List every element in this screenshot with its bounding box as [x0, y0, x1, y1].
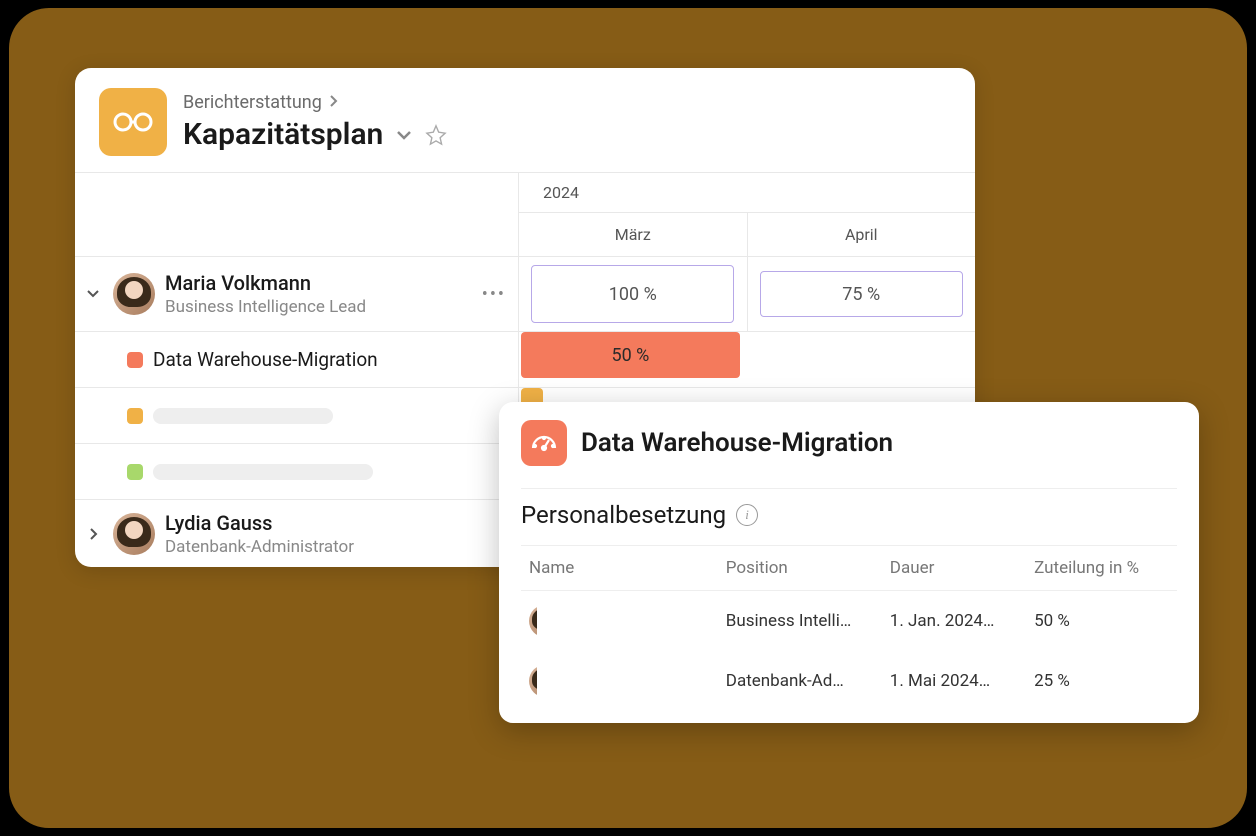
- cell-position: Datenbank-Ad…: [718, 651, 882, 711]
- page-title: Kapazitätsplan: [183, 117, 383, 152]
- bar-label: 50 %: [611, 345, 649, 366]
- person-name: Maria Volkmann: [165, 271, 472, 295]
- cell-duration: 1. Jan. 2024…: [882, 591, 1026, 652]
- capacity-cell[interactable]: 100 %: [531, 265, 734, 323]
- month-header: April: [747, 213, 976, 256]
- glasses-icon: [99, 88, 167, 156]
- column-header[interactable]: Name: [521, 546, 718, 591]
- color-swatch: [127, 464, 143, 480]
- person-role: Business Intelligence Lead: [165, 297, 472, 317]
- avatar: [113, 273, 155, 315]
- table-row[interactable]: Maria Volkmann Business Intelli… 1. Jan.…: [521, 591, 1177, 652]
- column-header[interactable]: Zuteilung in %: [1026, 546, 1177, 591]
- color-swatch: [127, 352, 143, 368]
- person-name: Lydia Gauss: [165, 511, 506, 535]
- cell-duration: 1. Mai 2024…: [882, 651, 1026, 711]
- chevron-right-icon: [328, 92, 338, 113]
- star-icon[interactable]: [425, 124, 447, 146]
- task-row[interactable]: Data Warehouse-Migration 50 %: [75, 331, 975, 387]
- table-row[interactable]: Lydia Gauss Datenbank-Ad… 1. Mai 2024… 2…: [521, 651, 1177, 711]
- breadcrumb-label: Berichterstattung: [183, 92, 322, 113]
- chevron-down-icon[interactable]: [83, 289, 103, 299]
- info-icon[interactable]: i: [736, 504, 758, 526]
- person-row[interactable]: Maria Volkmann Business Intelligence Lea…: [75, 256, 975, 331]
- capacity-cell[interactable]: 75 %: [760, 271, 963, 317]
- gantt-bar[interactable]: 50 %: [521, 332, 740, 378]
- person-role: Datenbank-Administrator: [165, 537, 506, 557]
- more-icon[interactable]: •••: [482, 284, 506, 305]
- placeholder-text: [153, 464, 373, 480]
- staffing-table: Name Position Dauer Zuteilung in % Maria…: [521, 545, 1177, 711]
- gauge-icon: [521, 420, 567, 466]
- cell-position: Business Intelli…: [718, 591, 882, 652]
- cell-allocation: 25 %: [1026, 651, 1177, 711]
- color-swatch: [127, 408, 143, 424]
- cell-allocation: 50 %: [1026, 591, 1177, 652]
- timeline-header: 2024 März April: [75, 172, 975, 256]
- avatar: [529, 665, 537, 697]
- placeholder-text: [153, 408, 333, 424]
- task-name: Data Warehouse-Migration: [153, 348, 378, 371]
- chevron-right-icon[interactable]: [83, 527, 103, 541]
- avatar: [529, 605, 537, 637]
- detail-title: Data Warehouse-Migration: [581, 428, 893, 458]
- year-label: 2024: [519, 173, 975, 213]
- section-title: Personalbesetzung: [521, 501, 726, 529]
- month-header: März: [519, 213, 747, 256]
- chevron-down-icon[interactable]: [395, 129, 413, 141]
- panel-header: Berichterstattung Kapazitätsplan: [75, 68, 975, 172]
- column-header[interactable]: Dauer: [882, 546, 1026, 591]
- avatar: [113, 513, 155, 555]
- breadcrumb[interactable]: Berichterstattung: [183, 92, 447, 113]
- task-detail-panel: Data Warehouse-Migration Personalbesetzu…: [499, 402, 1199, 723]
- column-header[interactable]: Position: [718, 546, 882, 591]
